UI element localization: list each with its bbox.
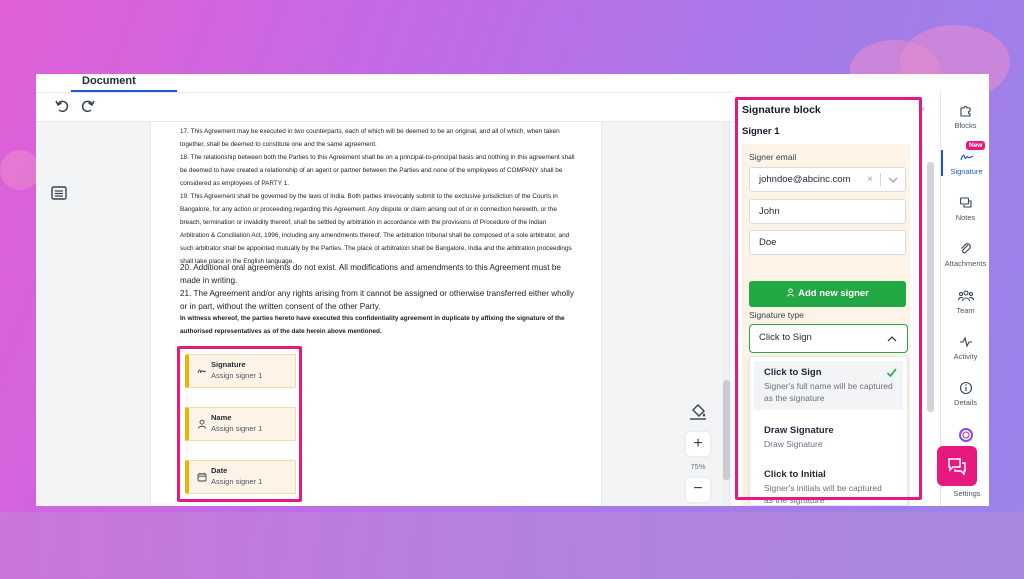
activity-icon — [959, 336, 972, 348]
signature-icon — [959, 154, 973, 161]
sidebar-label: Attachments — [944, 259, 987, 268]
right-sidebar: Blocks Signature New Notes Attachments T… — [940, 92, 989, 506]
info-icon — [959, 381, 972, 395]
sidebar-item-blocks[interactable]: Blocks — [941, 104, 989, 130]
sidebar-label: Activity — [953, 352, 978, 361]
sidebar-item-activity[interactable]: Activity — [941, 335, 989, 361]
tab-document[interactable]: Document — [82, 74, 136, 91]
background-band — [0, 512, 1024, 579]
undo-icon[interactable] — [54, 98, 70, 114]
ring-icon — [958, 428, 973, 442]
sidebar-label: Details — [954, 398, 977, 407]
team-icon — [957, 290, 974, 302]
chat-icon — [948, 458, 966, 476]
paragraph: 17. This Agreement may be executed in tw… — [180, 128, 560, 148]
zoom-out-button[interactable]: − — [686, 478, 710, 502]
paragraph: 18. The relationship between both the Pa… — [180, 154, 575, 187]
sidebar-item-attachments[interactable]: Attachments — [941, 242, 989, 268]
canvas-scroll-thumb[interactable] — [723, 380, 730, 480]
paragraph: 19. This Agreement shall be governed by … — [180, 193, 572, 265]
chat-button[interactable] — [937, 446, 977, 486]
sidebar-label: Team — [956, 306, 975, 315]
paint-bucket-icon[interactable] — [687, 401, 709, 423]
background-cloud — [0, 150, 40, 190]
paragraph: 20. Additional oral agreements do not ex… — [180, 263, 561, 285]
plus-icon: + — [693, 435, 703, 452]
zoom-in-button[interactable]: + — [686, 432, 710, 456]
zoom-toolbar: + 75% − — [682, 396, 714, 502]
sidebar-item-signature[interactable]: Signature — [941, 150, 989, 176]
paragraph: 21. The Agreement and/or any rights aris… — [180, 289, 574, 311]
app-window: Document 17. This Agreement may be execu… — [36, 74, 989, 506]
new-badge: New — [966, 141, 986, 150]
witness-paragraph: In witness whereof, the parties hereto h… — [180, 315, 565, 335]
sidebar-label: Blocks — [954, 121, 977, 130]
puzzle-icon — [959, 106, 971, 117]
sidebar-item-notes[interactable]: Notes — [941, 196, 989, 222]
highlight-box-fields — [177, 346, 302, 502]
panel-scrollbar[interactable] — [927, 162, 934, 412]
redo-icon[interactable] — [80, 98, 96, 114]
sidebar-item-integrations[interactable] — [941, 427, 989, 443]
notes-icon — [959, 197, 972, 208]
paperclip-icon — [960, 243, 971, 254]
sidebar-item-details[interactable]: Details — [941, 381, 989, 407]
zoom-level: 75% — [690, 462, 706, 471]
highlight-box-panel — [735, 97, 922, 500]
sidebar-label: Notes — [955, 213, 976, 222]
minus-icon: − — [693, 480, 703, 497]
sidebar-item-settings[interactable]: Settings — [950, 489, 984, 498]
outline-icon[interactable] — [48, 182, 70, 204]
divider — [36, 92, 736, 93]
sidebar-label: Signature — [950, 167, 983, 176]
sidebar-item-team[interactable]: Team — [941, 289, 989, 315]
